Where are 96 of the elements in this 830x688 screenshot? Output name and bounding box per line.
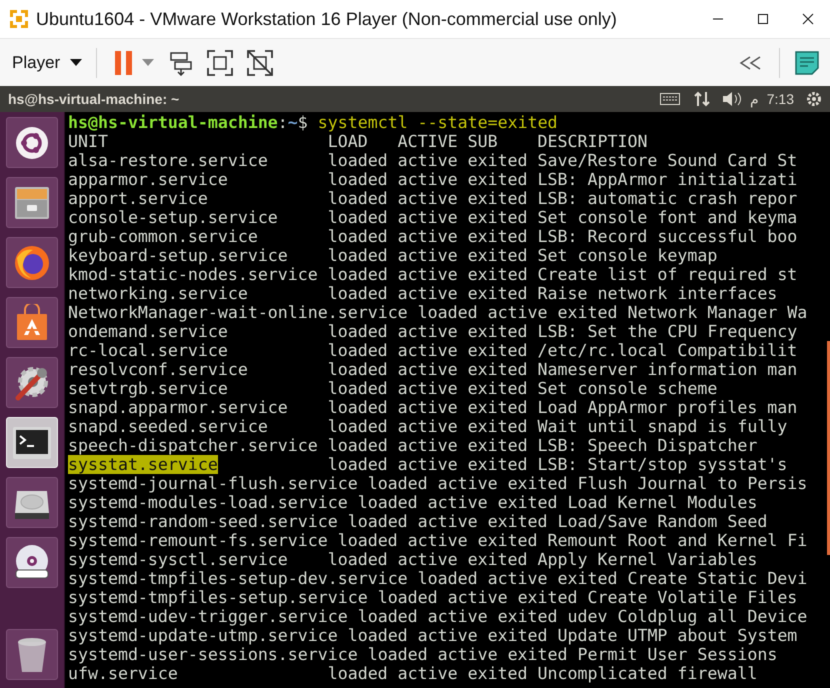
fox-globe-icon [13, 244, 51, 282]
unit-status-text: loaded active exited Network Manager Wa [418, 303, 808, 322]
prompt-user-host: hs@hs-virtual-machine [68, 113, 278, 132]
send-keys-icon[interactable] [168, 50, 194, 76]
indicator-text: م [750, 90, 759, 110]
unit-name: console-setup.service [68, 208, 278, 227]
unit-name: systemd-user-sessions.service [68, 645, 358, 664]
command-text: systemctl --state=exited [318, 113, 558, 132]
unit-status-text: loaded active exited Load AppArmor profiles man [328, 398, 798, 417]
dropdown-caret-icon[interactable] [142, 59, 154, 66]
unit-name: snapd.apparmor.service [68, 398, 288, 417]
unit-status-text: loaded active exited Flush Journal to Persis [368, 474, 808, 493]
unit-name: systemd-udev-trigger.service [68, 607, 348, 626]
unit-status-text: loaded active exited Permit User Sessions [368, 645, 778, 664]
unity-mode-icon[interactable] [246, 48, 274, 76]
volume-icon[interactable] [722, 91, 742, 107]
pause-button[interactable] [115, 50, 132, 74]
unit-name: NetworkManager-wait-online.service [68, 303, 408, 322]
vmware-logo-icon [8, 8, 30, 30]
window-title: Ubuntu1604 - VMware Workstation 16 Player (Non-commercial use only) [36, 8, 617, 31]
unit-name: grub-common.service [68, 227, 258, 246]
unit-status-text: loaded active exited LSB: automatic crash repor [328, 189, 798, 208]
unit-name: systemd-tmpfiles-setup-dev.service [68, 569, 408, 588]
unit-status-text: loaded active exited LSB: Speech Dispatcher [328, 436, 758, 455]
shopping-bag-icon [14, 304, 50, 342]
unit-status-text: loaded active exited Remount Root and Kernel Fi [338, 531, 808, 550]
unit-name: speech-dispatcher.service [68, 436, 318, 455]
file-cabinet-icon [13, 184, 51, 220]
unit-name: systemd-update-utmp.service [68, 626, 338, 645]
keyboard-icon[interactable] [660, 93, 680, 105]
unit-name: systemd-journal-flush.service [68, 474, 358, 493]
unit-name: ufw.service [68, 664, 178, 683]
terminal-window-title: hs@hs-virtual-machine: ~ [8, 90, 180, 108]
unit-status-text: loaded active exited Load Kernel Modules [358, 493, 758, 512]
unit-status-text: loaded active exited Raise network interfaces [328, 284, 778, 303]
unit-name: snapd.seeded.service [68, 417, 268, 436]
unit-name: networking.service [68, 284, 248, 303]
unit-status-text: loaded active exited Wait until snapd is fully [328, 417, 788, 436]
launcher-item[interactable] [6, 297, 58, 348]
full-screen-icon[interactable] [206, 48, 234, 76]
dropdown-caret-icon [70, 59, 82, 66]
prompt-symbol: $ [298, 113, 308, 132]
terminal-icon [12, 426, 52, 460]
unit-status-text: loaded active exited Load/Save Random Seed [348, 512, 768, 531]
launcher-item[interactable] [6, 537, 58, 588]
unit-name: alsa-restore.service [68, 151, 268, 170]
unit-status-text: loaded active exited udev Coldplug all Device [358, 607, 808, 626]
maximize-icon [756, 13, 768, 25]
unit-name: keyboard-setup.service [68, 246, 288, 265]
player-menu-button[interactable]: Player [12, 50, 60, 76]
unit-status-text: loaded active exited Set console keymap [328, 246, 718, 265]
unit-status-text: loaded active exited Create Volatile Files [378, 588, 798, 607]
unit-name: systemd-modules-load.service [68, 493, 348, 512]
unit-status-text: loaded active exited Apply Kernel Variables [328, 550, 758, 569]
unit-name: apport.service [68, 189, 208, 208]
unit-status-text: loaded active exited LSB: Set the CPU Frequency [328, 322, 798, 341]
prompt-path: ~ [288, 113, 298, 132]
unit-name: systemd-random-seed.service [68, 512, 338, 531]
close-icon [802, 13, 814, 25]
unit-status-text: loaded active exited LSB: Record successful boo [328, 227, 798, 246]
unit-name: apparmor.service [68, 170, 228, 189]
launcher-item[interactable] [6, 117, 58, 168]
clock: 7:13 [766, 90, 794, 108]
power-gear-icon[interactable] [806, 91, 822, 107]
unit-status-text: loaded active exited Create Static Devi [418, 569, 808, 588]
unit-status-text: loaded active exited Uncomplicated firewall [328, 664, 758, 683]
unit-name: ondemand.service [68, 322, 228, 341]
unit-status-text: loaded active exited Set console scheme [328, 379, 718, 398]
unit-name: kmod-static-nodes.service [68, 265, 318, 284]
unit-name: resolvconf.service [68, 360, 248, 379]
unit-status-text: loaded active exited LSB: Start/stop sysstat's [328, 455, 788, 474]
unit-status-text: loaded active exited Save/Restore Sound Card St [328, 151, 798, 170]
unit-name: systemd-remount-fs.service [68, 531, 328, 550]
scrollbar-thumb[interactable] [827, 341, 830, 555]
prompt-separator: : [278, 113, 288, 132]
disc-icon [13, 544, 51, 582]
column-headers: UNIT LOAD ACTIVE SUB DESCRIPTION [68, 132, 648, 151]
unit-status-text: loaded active exited Nameserver information man [328, 360, 798, 379]
unit-name: systemd-tmpfiles-setup.service [68, 588, 368, 607]
launcher-item[interactable] [6, 357, 58, 408]
trash-can-icon [15, 636, 49, 674]
unit-status-text: loaded active exited /etc/rc.local Compatibilit [328, 341, 798, 360]
launcher-item[interactable] [6, 177, 58, 228]
unit-status-text: loaded active exited Update UTMP about System [348, 626, 798, 645]
network-arrows-icon[interactable] [694, 91, 710, 107]
unit-name: sysstat.service [68, 455, 218, 474]
ubuntu-logo-icon [15, 126, 49, 160]
note-icon[interactable] [794, 50, 820, 76]
unit-name: systemd-sysctl.service [68, 550, 288, 569]
unit-name: rc-local.service [68, 341, 228, 360]
launcher-item[interactable] [6, 477, 58, 528]
double-chevron-icon[interactable] [739, 56, 763, 70]
unit-name: setvtrgb.service [68, 379, 228, 398]
unit-status-text: loaded active exited Create list of required st [328, 265, 798, 284]
unit-status-text: loaded active exited Set console font and keyma [328, 208, 798, 227]
unit-status-text: loaded active exited LSB: AppArmor initializati [328, 170, 798, 189]
